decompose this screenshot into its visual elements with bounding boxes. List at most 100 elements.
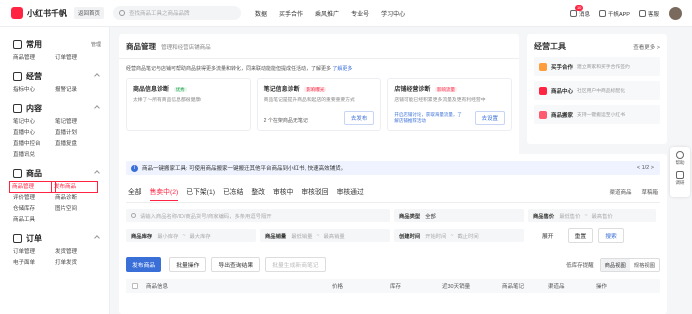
channel-products-link[interactable]: 渠道商品 — [609, 188, 631, 196]
sidebar-item[interactable]: 评价管理 — [13, 193, 55, 203]
sidebar-item[interactable]: 笔记中心 — [13, 117, 55, 127]
float-label: 帮助 — [675, 160, 685, 165]
tab-rejected[interactable]: 审核驳回 — [301, 187, 328, 201]
col-price[interactable]: 价格 — [332, 282, 390, 290]
publish-note-button[interactable]: 去发布 — [343, 111, 375, 125]
sidebar-business-items: 指标中心 报警记录 — [13, 85, 109, 95]
tab-rectify[interactable]: 整改 — [251, 187, 265, 201]
nav-data[interactable]: 数据 — [255, 9, 267, 18]
chevron-up-icon — [94, 235, 100, 241]
view-sku[interactable]: 规格视图 — [630, 259, 659, 271]
col-stock[interactable]: 库存 — [390, 282, 442, 290]
brand-logo[interactable]: 小红书千帆 — [11, 7, 67, 19]
tab-approved[interactable]: 审核通过 — [337, 187, 364, 201]
tab-frozen[interactable]: 已冻结 — [223, 187, 243, 201]
nav-promote[interactable]: 乘风推广 — [315, 9, 339, 18]
sidebar-item[interactable]: 仓储库存 — [13, 204, 55, 214]
sidebar-item[interactable]: 图片空间 — [55, 204, 97, 214]
sidebar-item[interactable]: 商品工具 — [13, 215, 55, 225]
drafts-link[interactable]: 草稿箱 — [641, 188, 658, 196]
tool-product-move[interactable]: 商品搬家 支持一键搬运至小红书 — [534, 105, 660, 124]
col-sales[interactable]: 近30天销量 — [442, 282, 502, 290]
diagnosis-card-note: 笔记信息诊断 影响曝光 商品笔记是提升商品和起店的重要重要方式 2 个在架商品无… — [256, 78, 382, 131]
sidebar-item[interactable]: 打单发货 — [55, 258, 97, 268]
nav-pro-account[interactable]: 专业号 — [351, 9, 369, 18]
batch-operation-button[interactable]: 批量操作 — [169, 257, 207, 272]
card-desc: 商品笔记是提升商品和起店的重要重要方式 — [263, 98, 355, 103]
tab-off-shelf[interactable]: 已下架(1) — [186, 187, 215, 201]
nav-buyer[interactable]: 买手合作 — [279, 9, 303, 18]
sidebar-item[interactable]: 直播复盘 — [55, 139, 97, 149]
publish-product-button[interactable]: 发布商品 — [126, 257, 162, 272]
tools-panel: 经营工具 查看更多 > 买手合作 建立商家和买手合作签约 商品中心 社区用户中商… — [527, 34, 667, 144]
sales-range-input[interactable]: 商品销量 最低销量 ~ 最高销量 — [260, 229, 390, 242]
sidebar-item-publish-product[interactable]: 发布商品 — [51, 181, 98, 193]
sidebar-item[interactable]: 直播计划 — [55, 128, 97, 138]
app-button[interactable]: 千帆APP — [598, 10, 630, 18]
top-bar: 小红书千帆 返回首页 查找商品工具之商品品牌 数据 买手合作 乘风推广 专业号 … — [0, 0, 692, 27]
sidebar-item[interactable]: 订单管理 — [13, 247, 55, 257]
view-more-link[interactable]: 查看更多 > — [633, 43, 660, 51]
sidebar-item[interactable]: 直播中控台 — [13, 139, 55, 149]
notice-button[interactable]: 10 消息 — [569, 4, 590, 18]
tool-desc: 支持一键搬运至小红书 — [577, 113, 625, 118]
created-time-input[interactable]: 创建时间 开始时间 ~ 截止时间 — [394, 229, 524, 242]
reset-button[interactable]: 重置 — [567, 228, 594, 243]
sidebar-item[interactable]: 报警记录 — [55, 85, 97, 95]
sidebar-item[interactable]: 商品管理 — [13, 53, 55, 63]
brand-name: 小红书千帆 — [27, 8, 67, 18]
sidebar-item[interactable]: 发货管理 — [55, 247, 97, 257]
help-float-button[interactable]: 帮助 — [676, 151, 685, 166]
nav-learning[interactable]: 学习中心 — [381, 9, 405, 18]
sidebar-item[interactable]: 电子面单 — [13, 258, 55, 268]
sidebar-item[interactable]: 直播中心 — [13, 128, 55, 138]
search-button[interactable]: 搜索 — [598, 228, 624, 243]
product-type-select[interactable]: 商品类型 全部 — [394, 209, 524, 222]
notice-pager[interactable]: < 1/2 > — [637, 165, 654, 171]
col-actions: 操作 — [596, 284, 608, 290]
store-setting-button[interactable]: 去设置 — [474, 111, 506, 125]
sidebar-item[interactable]: 商品诊断 — [55, 193, 97, 203]
tab-all[interactable]: 全部 — [128, 187, 142, 201]
manage-link[interactable]: 管理 — [91, 41, 101, 48]
sidebar-section-common[interactable]: 常用 管理 — [13, 37, 109, 51]
avatar[interactable] — [669, 7, 682, 20]
sidebar-section-product[interactable]: 商品 — [13, 166, 109, 180]
survey-float-button[interactable]: 调研 — [676, 171, 685, 186]
view-product[interactable]: 商品视图 — [600, 258, 630, 271]
low-stock-toggle[interactable]: 低库存提醒 — [566, 261, 594, 269]
product-search-input[interactable]: 请输入商品名称/ID/商品货号/商家编码，多条用逗号隔开 — [126, 209, 390, 222]
sidebar-item[interactable]: 订单管理 — [55, 53, 97, 63]
export-button[interactable]: 导出查询结果 — [211, 257, 261, 272]
product-list-panel: i 商品一键搬家工具: 可使用商品搬家一键搬迁其他平台商品到小红书, 快速高效铺… — [119, 154, 667, 314]
card-foot[interactable]: 开启店铺讨论，获取海量流量，了解店铺推荐活动 — [394, 112, 462, 124]
col-channel: 渠道品 — [548, 284, 565, 290]
tool-product-center[interactable]: 商品中心 社区用户中商品标配化 — [534, 81, 660, 100]
notice-text[interactable]: 商品一键搬家工具: 可使用商品搬家一键搬迁其他平台商品到小红书, 快速高效铺货。 — [142, 164, 346, 172]
sidebar-item[interactable]: 指标中心 — [13, 85, 55, 95]
expand-filters-button[interactable]: 展开 — [542, 231, 554, 240]
tool-buyer-coop[interactable]: 买手合作 建立商家和买手合作签约 — [534, 57, 660, 76]
price-range-input[interactable]: 商品售价 最低售价 ~ 最高售价 — [528, 209, 656, 222]
sidebar-section-order[interactable]: 订单 — [13, 231, 109, 245]
global-search[interactable]: 查找商品工具之商品品牌 — [113, 6, 242, 20]
sidebar-item[interactable]: 直播讯兑 — [13, 150, 55, 160]
col-info[interactable]: 商品信息 — [146, 282, 332, 290]
sidebar-item-product-manage[interactable]: 商品管理 — [9, 181, 56, 193]
tab-on-sale[interactable]: 售卖中(2) — [149, 187, 179, 201]
tab-reviewing[interactable]: 审核中 — [273, 187, 293, 201]
sidebar-section-business[interactable]: 经营 — [13, 69, 109, 83]
chevron-up-icon — [94, 105, 100, 111]
select-all-checkbox[interactable] — [132, 283, 138, 289]
sales-min: 最低销量 — [291, 233, 313, 240]
batch-note-button[interactable]: 批量生成新商笔记 — [265, 257, 326, 272]
diagnosis-card-store: 店铺经营诊断 影响流量 店铺可能已经积累更多流量及更有利经营中 开启店铺讨论，获… — [387, 78, 513, 131]
app-root: 小红书千帆 返回首页 查找商品工具之商品品牌 数据 买手合作 乘风推广 专业号 … — [0, 0, 692, 314]
page-subtitle: 管理和经营店铺商品 — [161, 45, 211, 51]
sidebar-item[interactable]: 笔记管理 — [55, 117, 97, 127]
help-button[interactable]: 客服 — [638, 10, 659, 18]
sidebar-section-content[interactable]: 内容 — [13, 101, 109, 115]
back-home-button[interactable]: 返回首页 — [74, 7, 105, 19]
stock-range-input[interactable]: 商品库存 最小库存 ~ 最大库存 — [126, 229, 256, 242]
learn-more-link[interactable]: 了解更多 — [332, 66, 352, 72]
